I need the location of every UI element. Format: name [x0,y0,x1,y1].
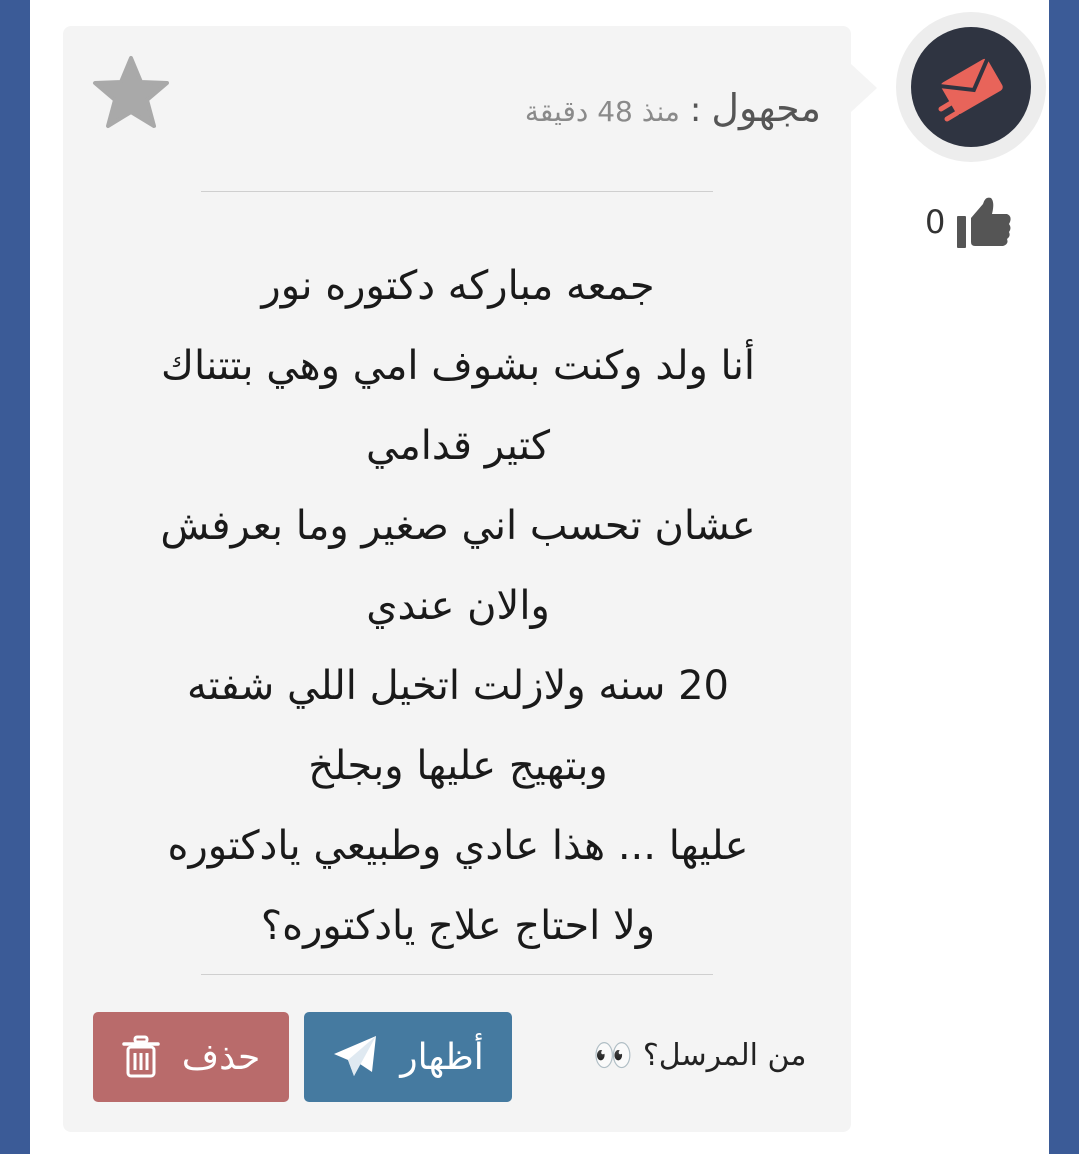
message-line: عشان تحسب اني صغير وما بعرفش [160,503,756,549]
like-count: 0 [925,203,946,241]
delete-button[interactable]: حذف [93,1012,289,1102]
message-body: جمعه مباركه دكتوره نور أنا ولد وكنت بشوف… [103,246,813,966]
post-time: منذ 48 دقيقة [524,95,680,128]
paper-plane-icon [334,1036,377,1076]
divider-top [201,191,713,192]
message-line: كتير قدامي [366,423,550,469]
message-line: جمعه مباركه دكتوره نور [261,263,655,309]
author-name: مجهول [711,86,821,130]
like-widget[interactable]: 0 [925,192,1025,252]
show-button-label: أظهار [400,1036,484,1078]
frame-right [1049,0,1079,1154]
eyes-icon: 👀 [593,1036,633,1074]
message-line: 20 سنه ولازلت اتخيل اللي شفته [187,663,729,709]
envelope-send-icon [938,58,1003,122]
message-line: أنا ولد وكنت بشوف امي وهي بتتناك [160,343,755,389]
sender-question: من المرسل؟ 👀 [593,1036,806,1074]
delete-button-label: حذف [181,1036,261,1078]
message-line: ولا احتاج علاج يادكتوره؟ [260,903,656,949]
star-icon[interactable] [91,54,171,134]
page: 0 مجهول : منذ 48 دقيقة جمعه مباركه دكتور… [30,0,1049,1154]
message-line: والان عندي [366,583,550,629]
message-line: وبتهيج عليها وبجلخ [308,743,608,789]
sender-question-label: من المرسل؟ [642,1037,807,1073]
post-header: مجهول : منذ 48 دقيقة [525,86,821,130]
avatar-circle [911,27,1031,147]
frame-left [0,0,30,1154]
header-separator: : [689,90,702,130]
post-card: مجهول : منذ 48 دقيقة جمعه مباركه دكتوره … [63,26,877,1132]
show-sender-button[interactable]: أظهار [304,1012,512,1102]
message-line: عليها ... هذا عادي وطبيعي يادكتوره [167,823,749,869]
divider-bottom [201,974,713,975]
thumbs-up-icon[interactable] [955,194,1013,250]
trash-icon [122,1035,160,1078]
avatar[interactable] [896,12,1046,162]
